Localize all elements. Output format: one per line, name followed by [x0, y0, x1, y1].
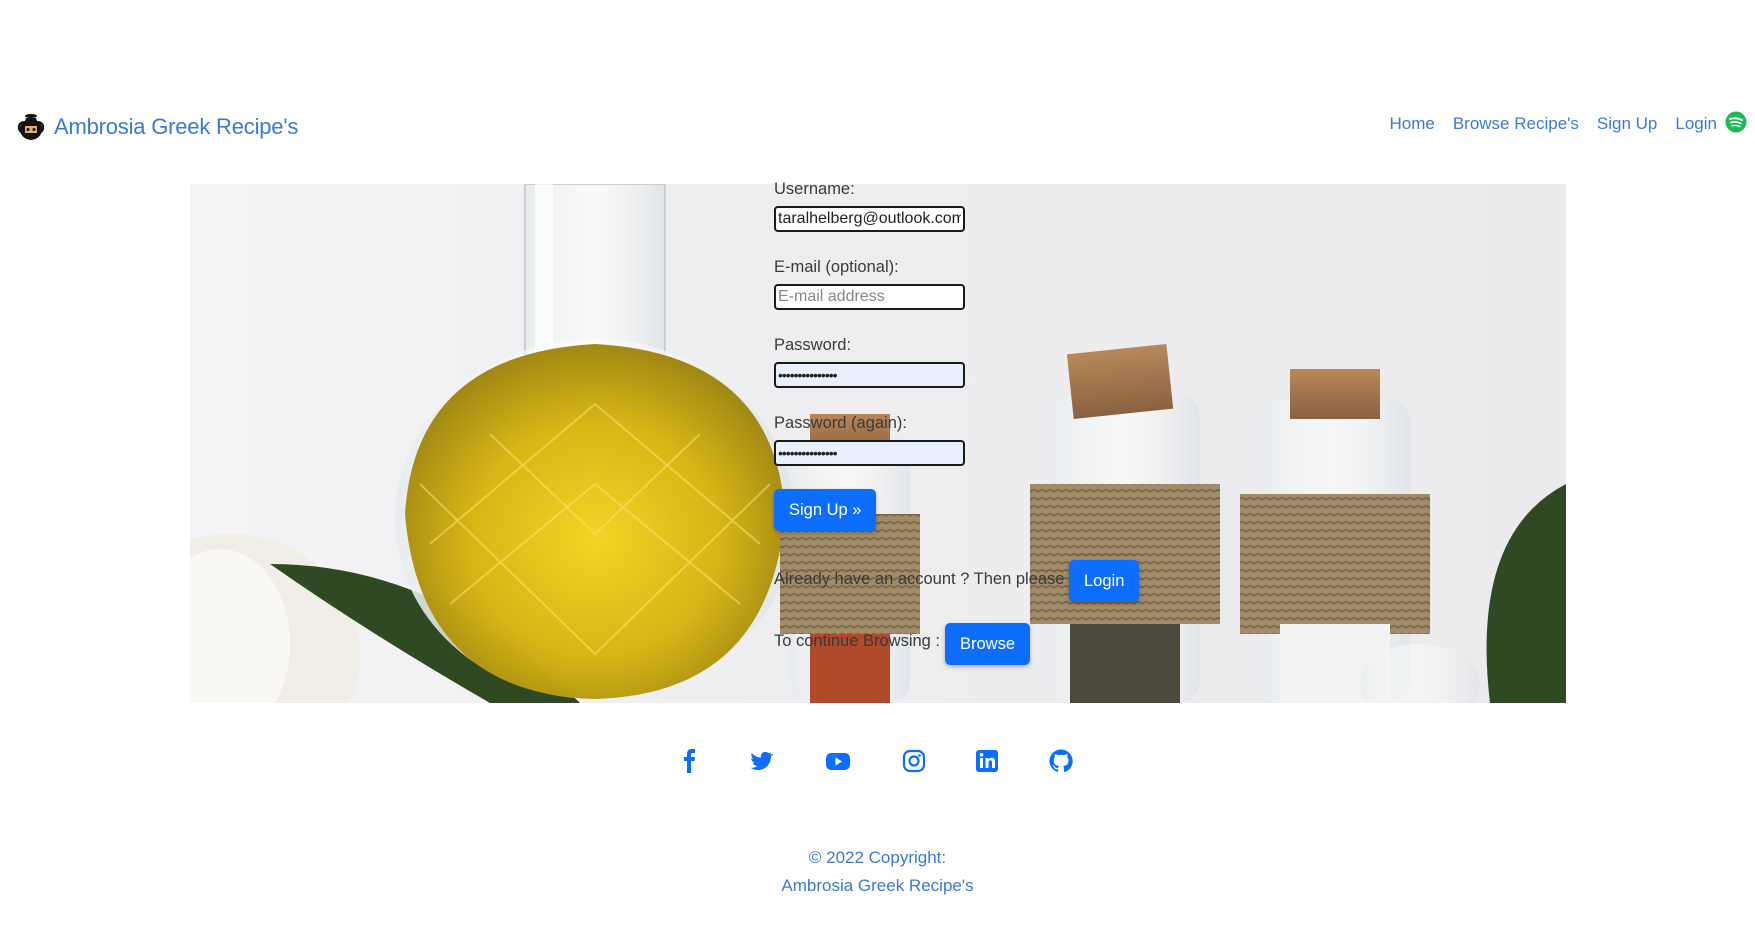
- copyright-line: © 2022 Copyright:: [808, 848, 947, 867]
- nav-browse-recipes[interactable]: Browse Recipe's: [1453, 114, 1579, 134]
- footer-copyright: © 2022 Copyright: Ambrosia Greek Recipe'…: [0, 844, 1755, 900]
- twitter-icon[interactable]: [748, 748, 774, 774]
- facebook-icon[interactable]: [677, 748, 703, 774]
- email-label: E-mail (optional):: [774, 258, 899, 276]
- nav-home[interactable]: Home: [1389, 114, 1434, 134]
- brand-link[interactable]: Ambrosia Greek Recipe's: [16, 112, 298, 142]
- linkedin-icon[interactable]: [974, 748, 1000, 774]
- sign-up-button[interactable]: Sign Up »: [774, 489, 877, 531]
- nav-sign-up[interactable]: Sign Up: [1597, 114, 1657, 134]
- password-field[interactable]: [774, 362, 965, 388]
- browse-button[interactable]: Browse: [945, 623, 1031, 665]
- login-button[interactable]: Login: [1069, 560, 1140, 602]
- continue-browsing-text: To continue Browsing :: [774, 632, 941, 650]
- github-icon[interactable]: [1048, 748, 1074, 774]
- password-label: Password:: [774, 336, 852, 354]
- nav-links: Home Browse Recipe's Sign Up Login: [1371, 111, 1747, 134]
- top-navbar: Ambrosia Greek Recipe's Home Browse Reci…: [0, 100, 1755, 156]
- spotify-icon[interactable]: [1725, 111, 1747, 133]
- password-again-label: Password (again):: [774, 414, 907, 432]
- social-links: [0, 748, 1755, 778]
- username-field[interactable]: [774, 206, 965, 232]
- already-have-account-text: Already have an account ? Then please :: [774, 570, 1074, 588]
- nav-login[interactable]: Login: [1675, 114, 1717, 134]
- greek-amphora-icon: [17, 114, 45, 140]
- brand-name: Ambrosia Greek Recipe's: [54, 114, 299, 139]
- copyright-site-name[interactable]: Ambrosia Greek Recipe's: [0, 872, 1755, 900]
- instagram-icon[interactable]: [901, 748, 927, 774]
- password-again-field[interactable]: [774, 440, 965, 466]
- email-field[interactable]: [774, 284, 965, 310]
- youtube-icon[interactable]: [825, 748, 851, 774]
- username-label: Username:: [774, 180, 855, 198]
